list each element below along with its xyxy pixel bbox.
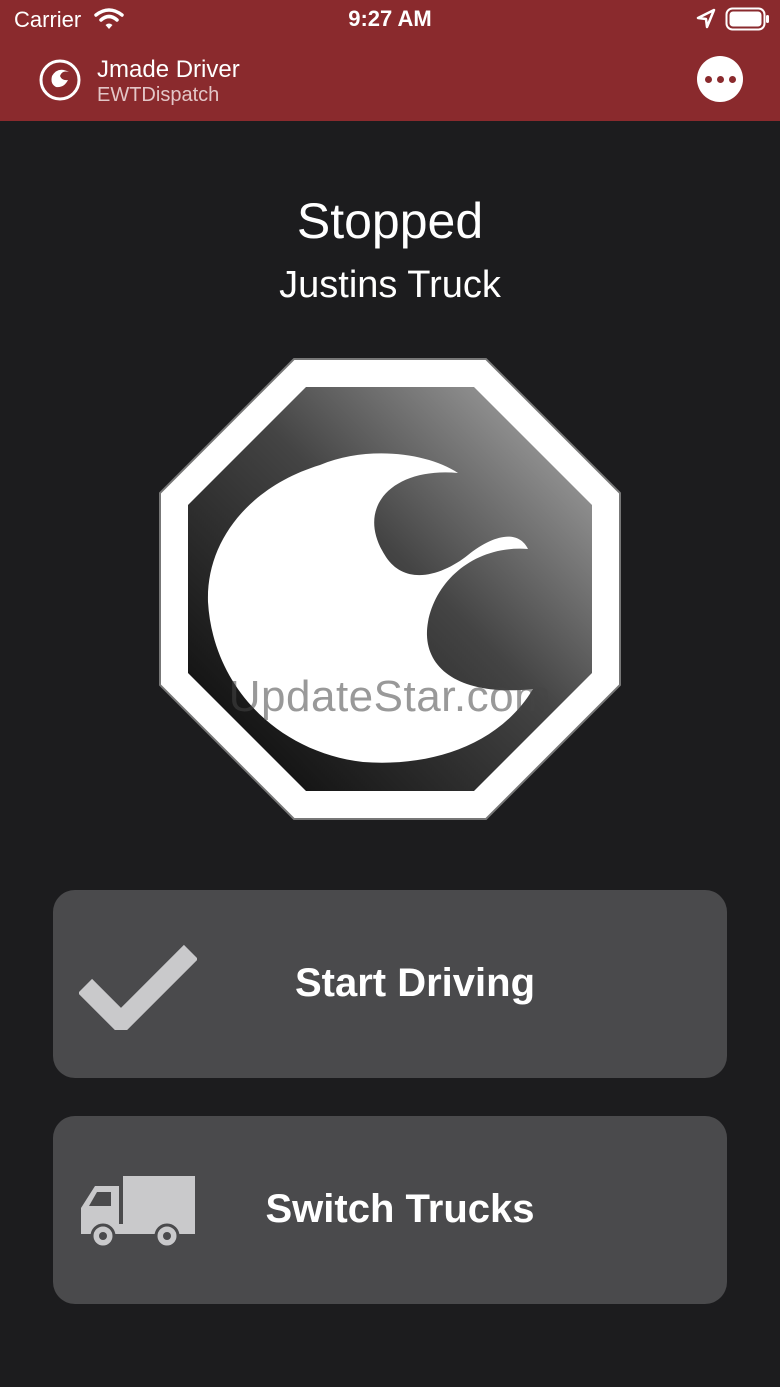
status-bar: Carrier 9:27 AM [0,0,780,40]
start-driving-label: Start Driving [294,961,536,1005]
jmade-wave-icon [38,58,82,107]
switch-trucks-button[interactable]: Switch Trucks [53,1116,727,1304]
status-time: 9:27 AM [348,6,432,31]
more-options-icon [704,75,712,83]
truck-icon [79,1174,197,1257]
battery-icon [725,7,771,36]
app-title: Jmade Driver [97,56,240,83]
truck-name: Justins Truck [279,264,501,306]
driving-status: Stopped [296,193,484,249]
app-subtitle: EWTDispatch [97,84,220,106]
start-driving-button[interactable]: Start Driving [53,890,727,1078]
switch-trucks-label: Switch Trucks [265,1187,535,1231]
app-header: Carrier 9:27 AM Jmade Driver EWTDispatch [0,0,780,121]
more-options-dot [728,75,736,83]
stop-sign-wave-icon [158,357,622,826]
location-arrow-icon [696,8,716,35]
more-options-dot [716,75,724,83]
checkmark-icon [77,938,199,1037]
more-options-button[interactable] [697,56,743,102]
